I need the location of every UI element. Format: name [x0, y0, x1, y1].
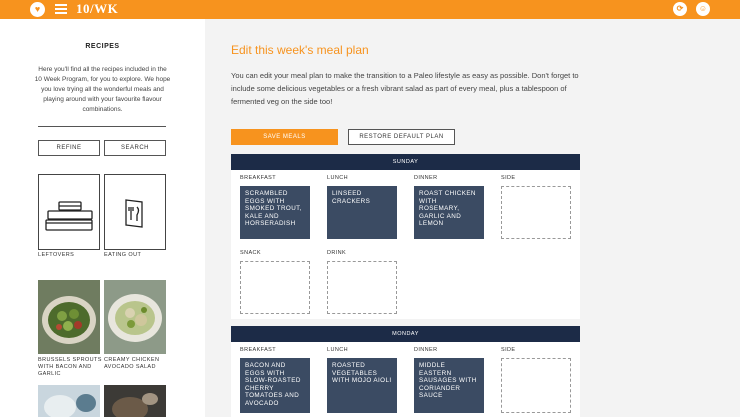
brand-logo[interactable]: 10/WK	[76, 1, 118, 17]
meal-tile-lunch[interactable]: LINSEED CRACKERS	[327, 186, 397, 239]
recipe-photo-3[interactable]	[38, 385, 100, 417]
slot-label-lunch: LUNCH	[327, 175, 348, 181]
meal-tile-lunch[interactable]: ROASTED VEGETABLES WITH MOJO AIOLI	[327, 358, 397, 413]
slot-label-breakfast: BREAKFAST	[240, 347, 276, 353]
recipes-sidebar: RECIPES Here you'll find all the recipes…	[0, 19, 205, 417]
leftovers-containers-icon	[45, 201, 93, 231]
search-button[interactable]: SEARCH	[104, 140, 166, 156]
day-header: SUNDAY	[231, 154, 580, 170]
sidebar-title: RECIPES	[85, 43, 120, 50]
refine-button[interactable]: REFINE	[38, 140, 100, 156]
recipe-photo-4[interactable]	[104, 385, 166, 417]
heart-logo-icon[interactable]: ♥	[30, 2, 45, 17]
slot-label-snack: SNACK	[240, 250, 261, 256]
meal-tile-breakfast[interactable]: BACON AND EGGS WITH SLOW-ROASTED CHERRY …	[240, 358, 310, 413]
recipe-photo-creamy-chicken[interactable]	[104, 280, 166, 354]
meal-tile-dinner[interactable]: ROAST CHICKEN WITH ROSEMARY, GARLIC AND …	[414, 186, 484, 239]
slot-label-side: SIDE	[501, 347, 516, 353]
page-description: You can edit your meal plan to make the …	[231, 71, 579, 106]
divider	[38, 126, 166, 127]
day-card-sunday: SUNDAY BREAKFAST LUNCH DINNER SIDE SCRAM…	[231, 154, 580, 319]
slot-label-side: SIDE	[501, 175, 516, 181]
slot-label-drink: DRINK	[327, 250, 347, 256]
eating-out-tile[interactable]	[104, 174, 166, 250]
empty-slot-snack[interactable]	[240, 261, 310, 314]
top-bar: ♥ 10/WK ⟳ ☺	[0, 0, 740, 19]
slot-label-dinner: DINNER	[414, 175, 438, 181]
save-meals-button[interactable]: SAVE MEALS	[231, 129, 338, 145]
slot-label-breakfast: BREAKFAST	[240, 175, 276, 181]
empty-slot-side[interactable]	[501, 186, 571, 239]
day-card-monday: MONDAY BREAKFAST LUNCH DINNER SIDE BACON…	[231, 326, 580, 417]
refresh-icon[interactable]: ⟳	[673, 2, 687, 16]
recipe-label-brussels-sprouts[interactable]: BRUSSELS SPROUTS WITH BACON AND GARLIC	[38, 357, 102, 378]
meal-tile-breakfast[interactable]: SCRAMBLED EGGS WITH SMOKED TROUT, KALE A…	[240, 186, 310, 239]
empty-slot-side[interactable]	[501, 358, 571, 413]
user-icon[interactable]: ☺	[696, 2, 710, 16]
recipe-label-creamy-chicken[interactable]: CREAMY CHICKEN AVOCADO SALAD	[104, 357, 168, 371]
recipe-photo-brussels-sprouts[interactable]	[38, 280, 100, 354]
page-title: Edit this week's meal plan	[231, 43, 369, 57]
meal-tile-dinner[interactable]: MIDDLE EASTERN SAUSAGES WITH CORIANDER S…	[414, 358, 484, 413]
empty-slot-drink[interactable]	[327, 261, 397, 314]
menu-cutlery-icon	[125, 199, 143, 228]
sidebar-intro: Here you'll find all the recipes include…	[34, 66, 171, 113]
meal-plan-main: Edit this week's meal plan You can edit …	[205, 19, 740, 417]
day-header: MONDAY	[231, 326, 580, 342]
tile-label-eating-out: EATING OUT	[104, 252, 142, 258]
leftovers-tile[interactable]	[38, 174, 100, 250]
menu-icon[interactable]	[55, 4, 67, 14]
tile-label-leftovers: LEFTOVERS	[38, 252, 75, 258]
restore-default-plan-button[interactable]: RESTORE DEFAULT PLAN	[348, 129, 455, 145]
slot-label-dinner: DINNER	[414, 347, 438, 353]
slot-label-lunch: LUNCH	[327, 347, 348, 353]
